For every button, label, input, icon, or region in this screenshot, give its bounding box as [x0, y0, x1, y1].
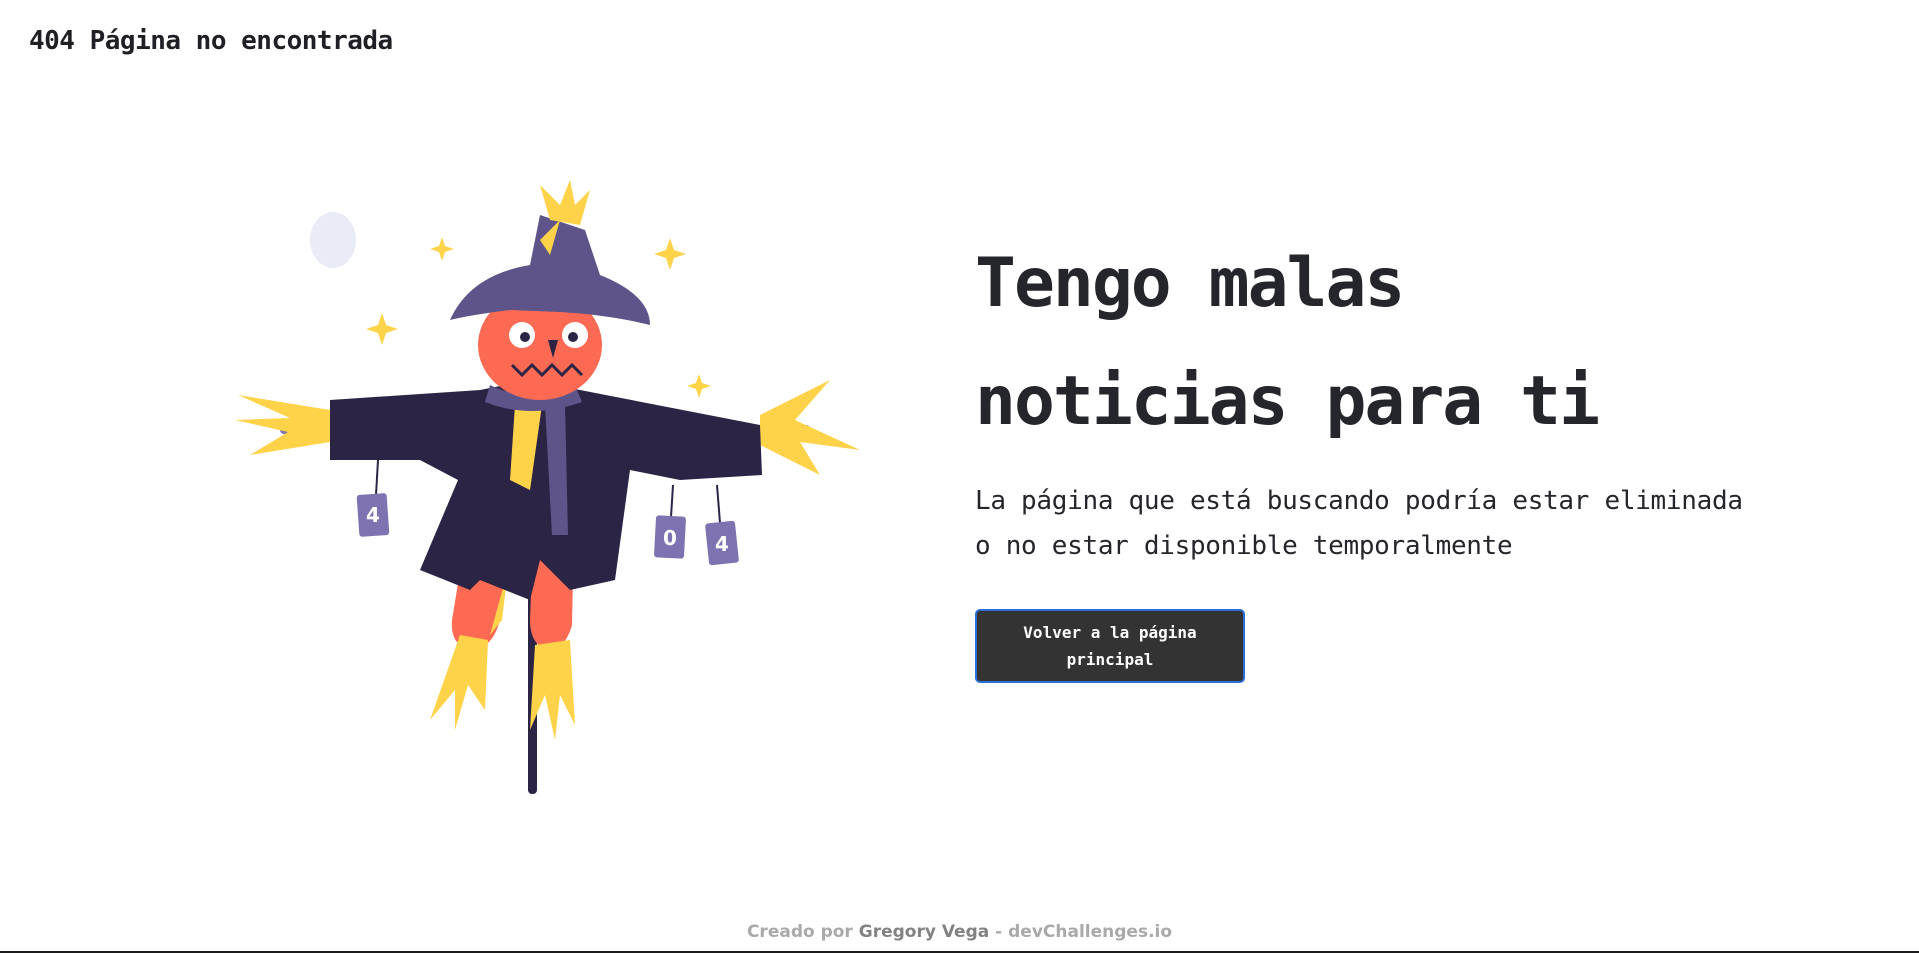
footer-site-link[interactable]: devChallenges.io [1008, 922, 1172, 942]
footer-prefix: Creado por [746, 922, 859, 942]
footer: Creado por Gregory Vega - devChallenges.… [0, 922, 1919, 942]
description: La página que está buscando podría estar… [975, 486, 1743, 561]
back-home-button-label: Volver a la página principal [1023, 623, 1197, 669]
can-label: 0 [663, 526, 677, 550]
footer-author-link[interactable]: Gregory Vega [859, 922, 990, 942]
page: 404 Página no encontrada 4 0 4 Tengo mal… [0, 0, 1919, 953]
back-home-button[interactable]: Volver a la página principal [975, 609, 1245, 683]
headline: Tengo malas noticias para ti [975, 244, 1600, 441]
page-title: 404 Página no encontrada [29, 26, 393, 56]
main-content: Tengo malas noticias para ti La página q… [975, 225, 1775, 683]
footer-separator: - [989, 922, 1009, 942]
scarecrow-illustration: 4 0 4 [235, 180, 860, 794]
can-label: 4 [366, 503, 380, 527]
can-label: 4 [715, 532, 729, 556]
moon-icon [310, 212, 356, 268]
